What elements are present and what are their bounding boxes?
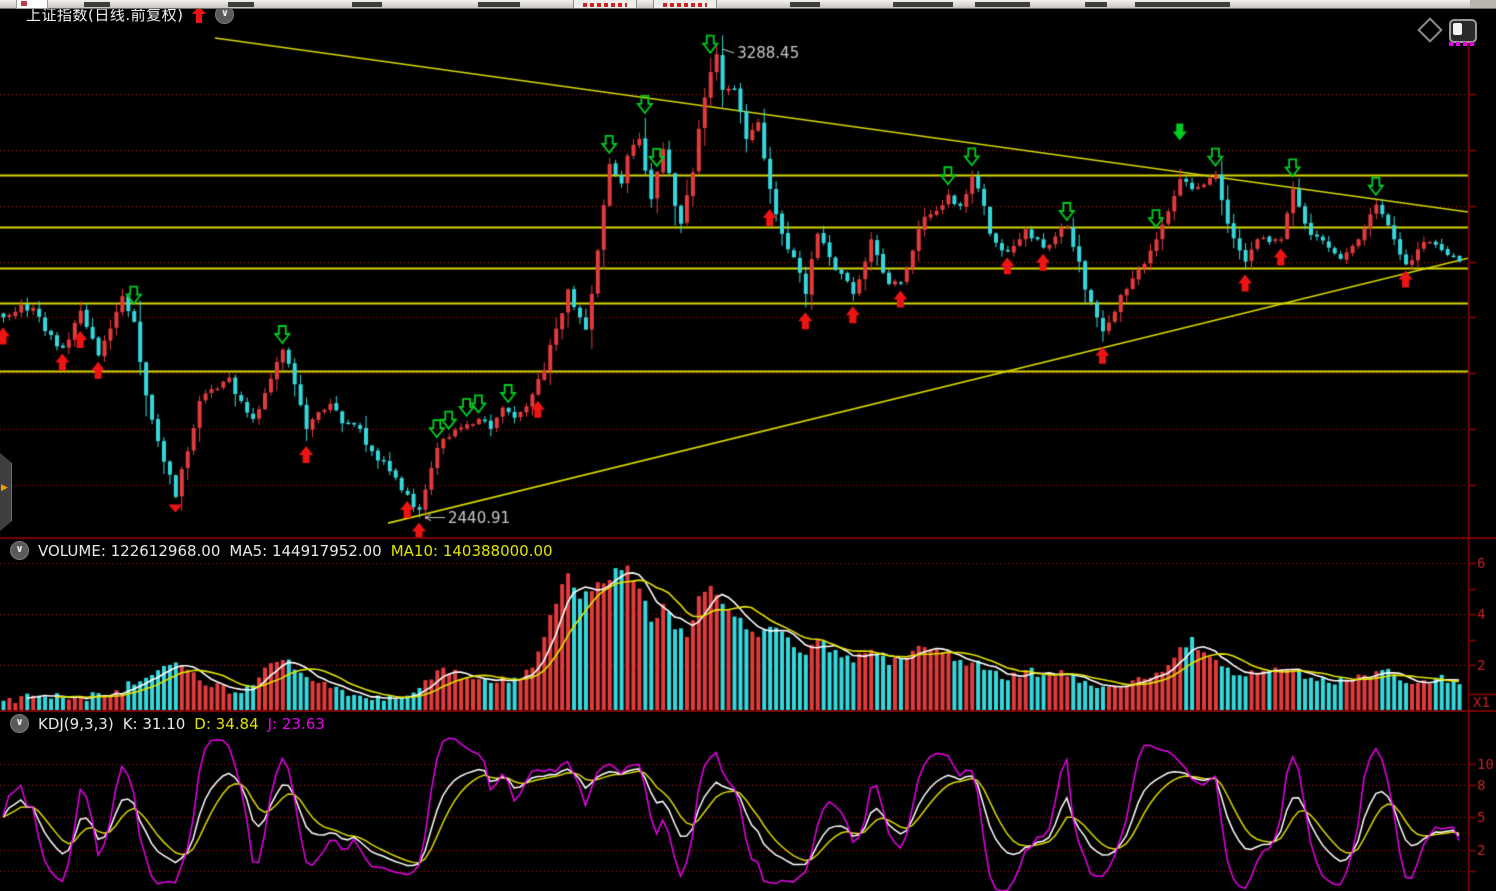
menu-item-fragment[interactable] bbox=[893, 2, 953, 7]
menu-item-fragment[interactable] bbox=[228, 2, 254, 7]
menu-item-fragment[interactable] bbox=[352, 2, 382, 7]
menu-red-button[interactable] bbox=[653, 0, 717, 8]
volume-ma5-value: MA5: 144917952.00 bbox=[229, 542, 381, 560]
menu-item-fragment[interactable] bbox=[84, 2, 110, 7]
chart-canvas[interactable] bbox=[0, 0, 1496, 891]
collapse-volume-panel-icon[interactable]: ∨ bbox=[10, 541, 29, 560]
expand-arrow-icon: ▶ bbox=[1, 483, 8, 493]
app-logo-icon[interactable] bbox=[16, 0, 48, 9]
menu-item-fragment[interactable] bbox=[975, 2, 1030, 7]
kdj-j-value: J: 23.63 bbox=[268, 715, 325, 733]
sidebar-toggle-icon[interactable] bbox=[1449, 19, 1477, 43]
menu-item-fragment[interactable] bbox=[1135, 2, 1230, 7]
kdj-k-value: K: 31.10 bbox=[123, 715, 186, 733]
menu-red-button[interactable] bbox=[573, 0, 637, 8]
kdj-name: KDJ(9,3,3) bbox=[38, 715, 114, 733]
menu-item-fragment[interactable] bbox=[1085, 2, 1107, 7]
collapse-kdj-panel-icon[interactable]: ∨ bbox=[10, 714, 29, 733]
magenta-dots-indicator bbox=[1449, 42, 1474, 46]
menu-item-fragment[interactable] bbox=[790, 2, 820, 7]
volume-value: VOLUME: 122612968.00 bbox=[38, 542, 220, 560]
menu-item-fragment[interactable] bbox=[478, 2, 520, 7]
panel-expand-tab[interactable]: ▶ bbox=[0, 453, 12, 531]
trading-app-window: { "title_bar": { "symbol_title": "上证指数(日… bbox=[0, 0, 1496, 891]
menu-right-block bbox=[1470, 0, 1496, 8]
chevron-down-icon: ∨ bbox=[221, 9, 229, 19]
kdj-d-value: D: 34.84 bbox=[194, 715, 258, 733]
chevron-down-icon: ∨ bbox=[15, 545, 23, 555]
chevron-down-icon: ∨ bbox=[15, 718, 23, 728]
top-menu-bar[interactable] bbox=[0, 0, 1496, 9]
volume-ma10-value: MA10: 140388000.00 bbox=[391, 542, 553, 560]
